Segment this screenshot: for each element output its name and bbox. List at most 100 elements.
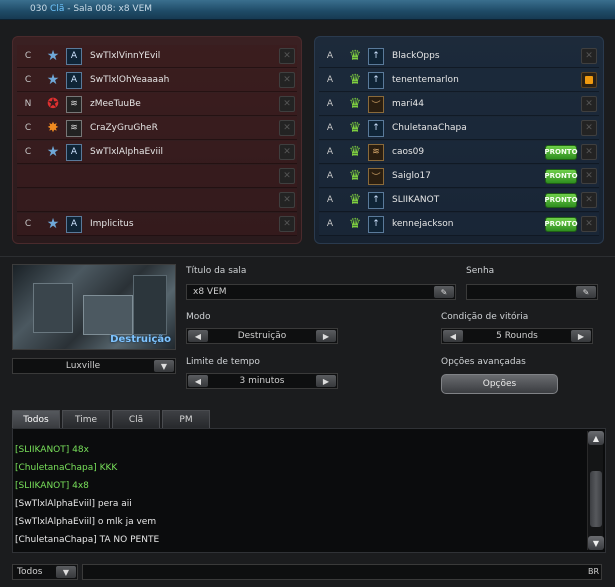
player-slot[interactable]: A ♛ ↑ BlackOpps ✕ xyxy=(319,45,599,68)
kick-slot-button[interactable]: ✕ xyxy=(279,120,295,136)
mode-stepper[interactable]: ◀ Destruição ▶ xyxy=(186,328,338,344)
player-slot[interactable]: A ♛ ↑ SLIIKANOT PRONTO ✕ xyxy=(319,189,599,212)
scroll-up-icon[interactable]: ▲ xyxy=(588,431,604,445)
slot-clan-letter: A xyxy=(326,51,334,61)
insignia-icon: A xyxy=(66,47,82,65)
chat-channel-select[interactable]: Todos ▼ xyxy=(12,564,78,580)
mode-label: Modo xyxy=(186,312,211,322)
green-crown-icon: ♛ xyxy=(348,96,362,112)
player-slot[interactable]: C ★ A SwTlxlAlphaEviil ✕ xyxy=(17,141,297,164)
star-rank-icon: ★ xyxy=(46,72,60,88)
player-name: SwTlxlVinnYEvil xyxy=(90,51,161,61)
green-crown-icon: ♛ xyxy=(348,216,362,232)
chat-tabs: Todos Time Clã PM xyxy=(12,410,212,428)
victory-stepper[interactable]: ◀ 5 Rounds ▶ xyxy=(441,328,593,344)
kick-slot-button[interactable]: ✕ xyxy=(279,48,295,64)
input-language: BR xyxy=(587,567,599,576)
edit-icon[interactable]: ✎ xyxy=(434,286,454,298)
kick-slot-button[interactable]: ✕ xyxy=(279,144,295,160)
slot-clan-letter: A xyxy=(326,171,334,181)
kick-slot-button[interactable]: ✕ xyxy=(581,168,597,184)
chat-message: [ChuletanaChapa] KKK xyxy=(15,463,118,473)
chevron-down-icon[interactable]: ▼ xyxy=(154,360,174,372)
kick-slot-button[interactable]: ✕ xyxy=(581,192,597,208)
room-title: - Sala 008: x8 VEM xyxy=(64,4,153,14)
slot-clan-letter: A xyxy=(326,123,334,133)
kick-slot-button[interactable]: ✕ xyxy=(581,120,597,136)
star-rank-icon: ★ xyxy=(46,144,60,160)
chevron-right-icon[interactable]: ▶ xyxy=(571,330,591,342)
chat-message: [SLIIKANOT] 4x8 xyxy=(15,481,89,491)
chevron-right-icon[interactable]: ▶ xyxy=(316,330,336,342)
slot-clan-letter: C xyxy=(24,75,32,85)
insignia-icon: A xyxy=(66,215,82,233)
slot-clan-letter: A xyxy=(326,219,334,229)
green-crown-icon: ♛ xyxy=(348,192,362,208)
room-title-field[interactable]: x8 VEM ✎ xyxy=(186,284,456,300)
player-name: BlackOpps xyxy=(392,51,440,61)
password-field[interactable]: ✎ xyxy=(466,284,598,300)
player-name: ChuletanaChapa xyxy=(392,123,467,133)
kick-slot-button[interactable]: ✕ xyxy=(279,216,295,232)
victory-label: Condição de vitória xyxy=(441,312,529,322)
insignia-icon: ︶ xyxy=(368,167,384,185)
map-select[interactable]: Luxville ▼ xyxy=(12,358,176,374)
kick-slot-button[interactable]: ✕ xyxy=(581,96,597,112)
chevron-left-icon[interactable]: ◀ xyxy=(443,330,463,342)
ready-badge: PRONTO xyxy=(544,168,578,184)
map-mode-overlay: Destruição xyxy=(110,334,171,345)
green-crown-icon: ♛ xyxy=(348,144,362,160)
window-title: 030 Clã - Sala 008: x8 VEM xyxy=(30,4,152,14)
player-slot[interactable]: A ♛ ︶ mari44 ✕ xyxy=(319,93,599,116)
section-divider xyxy=(0,256,615,257)
kick-slot-button[interactable]: ✕ xyxy=(581,48,597,64)
player-slot[interactable]: N ✪ ≋ zMeeTuuBe ✕ xyxy=(17,93,297,116)
edit-icon[interactable]: ✎ xyxy=(576,286,596,298)
chevron-down-icon[interactable]: ▼ xyxy=(56,566,76,578)
player-slot[interactable]: C ✸ ≋ CraZyGruGheR ✕ xyxy=(17,117,297,140)
scroll-down-icon[interactable]: ▼ xyxy=(588,536,604,550)
tab-time[interactable]: Time xyxy=(62,410,110,428)
player-slot[interactable]: C ★ A SwTlxlVinnYEvil ✕ xyxy=(17,45,297,68)
chat-input[interactable]: BR xyxy=(82,564,602,580)
chevron-right-icon[interactable]: ▶ xyxy=(316,375,336,387)
kick-slot-button[interactable]: ✕ xyxy=(279,72,295,88)
player-slot[interactable]: A ♛ ↑ tenentemarlon xyxy=(319,69,599,92)
kick-slot-button[interactable]: ✕ xyxy=(279,96,295,112)
player-name: tenentemarlon xyxy=(392,75,459,85)
insignia-icon: A xyxy=(66,71,82,89)
player-slot[interactable]: A ♛ ↑ kennejackson PRONTO ✕ xyxy=(319,213,599,236)
kick-slot-button[interactable]: ✕ xyxy=(279,192,295,208)
password-label: Senha xyxy=(466,266,495,276)
player-slot[interactable]: A ♛ ↑ ChuletanaChapa ✕ xyxy=(319,117,599,140)
player-slot[interactable]: C ★ A Implicitus ✕ xyxy=(17,213,297,236)
time-limit-stepper[interactable]: ◀ 3 minutos ▶ xyxy=(186,373,338,389)
player-slot[interactable]: A ♛ ︶ Saiglo17 PRONTO ✕ xyxy=(319,165,599,188)
chevron-left-icon[interactable]: ◀ xyxy=(188,330,208,342)
player-name: SwTlxlOhYeaaaah xyxy=(90,75,170,85)
insignia-icon: A xyxy=(66,143,82,161)
player-name: caos09 xyxy=(392,147,425,157)
kick-slot-button[interactable]: ✕ xyxy=(279,168,295,184)
channel-type: Clã xyxy=(50,4,65,14)
star-rank-icon: ★ xyxy=(46,216,60,232)
kick-slot-button[interactable]: ✕ xyxy=(581,144,597,160)
scroll-thumb[interactable] xyxy=(590,471,602,527)
options-button[interactable]: Opções xyxy=(441,374,558,394)
tab-cla[interactable]: Clã xyxy=(112,410,160,428)
green-crown-icon: ♛ xyxy=(348,168,362,184)
player-slot[interactable]: C ★ A SwTlxlOhYeaaaah ✕ xyxy=(17,69,297,92)
ready-badge: PRONTO xyxy=(544,216,578,232)
empty-slot[interactable]: ✕ xyxy=(17,189,297,212)
kick-slot-button[interactable]: ✕ xyxy=(581,216,597,232)
chevron-left-icon[interactable]: ◀ xyxy=(188,375,208,387)
player-slot[interactable]: A ♛ ≋ caos09 PRONTO ✕ xyxy=(319,141,599,164)
tab-pm[interactable]: PM xyxy=(162,410,210,428)
host-icon[interactable] xyxy=(581,72,597,88)
tab-todos[interactable]: Todos xyxy=(12,410,60,428)
slot-clan-letter: A xyxy=(326,147,334,157)
ready-badge: PRONTO xyxy=(544,192,578,208)
empty-slot[interactable]: ✕ xyxy=(17,165,297,188)
chat-scrollbar[interactable]: ▲ ▼ xyxy=(587,431,604,550)
insignia-icon: ↑ xyxy=(368,71,384,89)
